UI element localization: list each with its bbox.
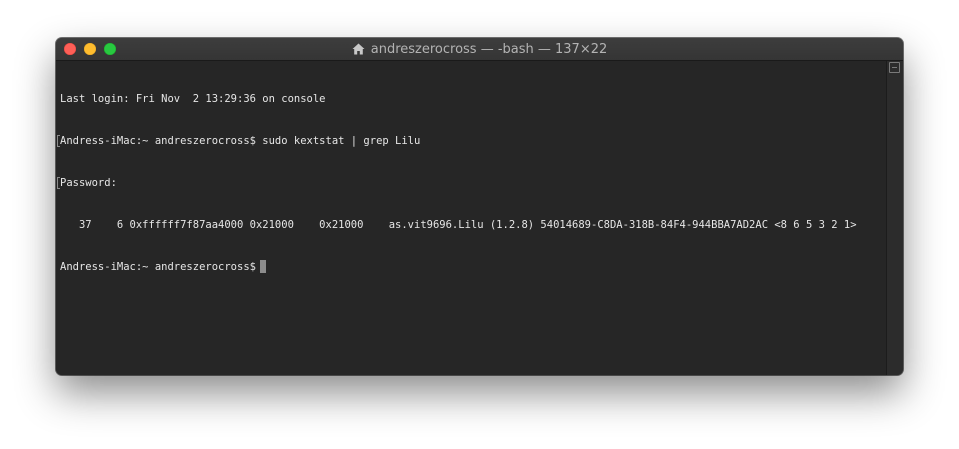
line-text: 37 6 0xffffff7f87aa4000 0x21000 0x21000 … (60, 219, 857, 231)
title-bar[interactable]: andreszerocross — -bash — 137×22 (56, 38, 903, 61)
line-text: Andress-iMac:~ andreszerocross$ sudo kex… (60, 135, 421, 147)
window-title: andreszerocross — -bash — 137×22 (370, 41, 608, 57)
home-icon (352, 43, 365, 55)
terminal-line: Andress-iMac:~ andreszerocross$ sudo kex… (57, 134, 899, 148)
window-title-area: andreszerocross — -bash — 137×22 (56, 38, 903, 60)
text-cursor (259, 260, 266, 273)
line-text: Last login: Fri Nov 2 13:29:36 on consol… (60, 93, 326, 105)
mark-bracket-left (57, 177, 60, 189)
terminal-line: Last login: Fri Nov 2 13:29:36 on consol… (60, 92, 887, 106)
line-text: Password: (60, 177, 117, 189)
terminal-prompt-line[interactable]: Andress-iMac:~ andreszerocross$ (60, 260, 887, 274)
shell-prompt: Andress-iMac:~ andreszerocross$ (60, 261, 256, 273)
terminal-window[interactable]: andreszerocross — -bash — 137×22 Last lo… (56, 38, 903, 375)
terminal-output[interactable]: Last login: Fri Nov 2 13:29:36 on consol… (56, 61, 899, 375)
split-pane-icon[interactable] (889, 62, 900, 73)
terminal-line: 37 6 0xffffff7f87aa4000 0x21000 0x21000 … (60, 218, 887, 232)
mark-bracket-left (57, 135, 60, 147)
terminal-line: Password: (57, 176, 899, 190)
vertical-scrollbar[interactable] (886, 61, 903, 375)
